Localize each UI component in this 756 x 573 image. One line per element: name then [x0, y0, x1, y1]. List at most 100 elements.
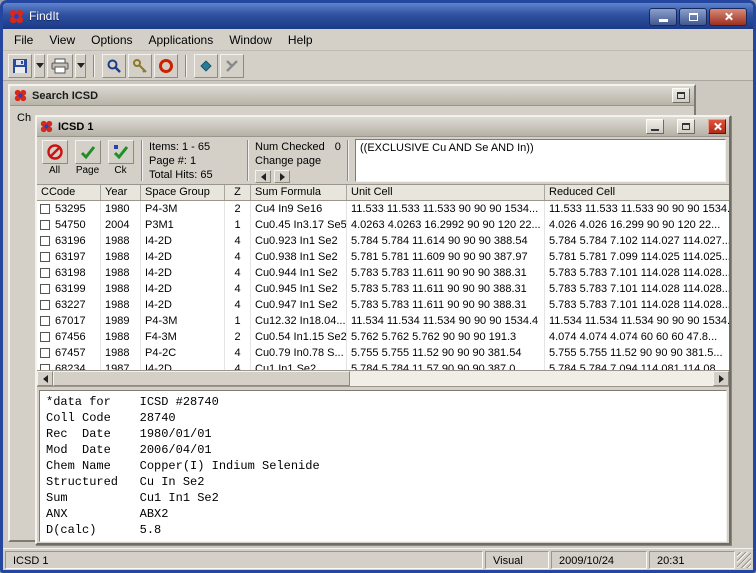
- row-checkbox[interactable]: [40, 236, 50, 246]
- cell-year: 1988: [101, 345, 141, 361]
- results-table: CCode Year Space Group Z Sum Formula Uni…: [37, 184, 729, 387]
- cell-year: 1988: [101, 249, 141, 265]
- uncheck-all-icon: [46, 143, 64, 161]
- table-row[interactable]: 53295 1980 P4-3M 2 Cu4 In9 Se16 11.533 1…: [37, 201, 729, 217]
- row-checkbox[interactable]: [40, 252, 50, 262]
- change-page-label: Change page: [255, 155, 322, 167]
- cell-z: 1: [225, 313, 251, 329]
- column-header-ccode[interactable]: CCode: [37, 185, 101, 200]
- table-row[interactable]: 67457 1988 P4-2C 4 Cu0.79 In0.78 S... 5.…: [37, 345, 729, 361]
- search-restore-button[interactable]: [672, 88, 690, 103]
- cell-space-group: P4-3M: [141, 313, 225, 329]
- icsd-minimize-button[interactable]: [646, 119, 664, 134]
- table-row[interactable]: 67017 1989 P4-3M 1 Cu12.32 In18.04... 11…: [37, 313, 729, 329]
- key-icon: [132, 58, 148, 74]
- check-page-button[interactable]: [74, 140, 101, 164]
- window-controls: [649, 7, 747, 26]
- resize-grip[interactable]: [737, 551, 751, 568]
- menu-item[interactable]: Options: [83, 30, 140, 50]
- cell-z: 4: [225, 361, 251, 370]
- menu-item[interactable]: Applications: [141, 30, 222, 50]
- column-header-z[interactable]: Z: [225, 185, 251, 200]
- table-row[interactable]: 63198 1988 I4-2D 4 Cu0.944 In1 Se2 5.783…: [37, 265, 729, 281]
- check-one-icon: [112, 143, 130, 161]
- menu-item[interactable]: Help: [280, 30, 321, 50]
- column-header-sum-formula[interactable]: Sum Formula: [251, 185, 347, 200]
- row-checkbox[interactable]: [40, 300, 50, 310]
- horizontal-scrollbar[interactable]: [37, 371, 729, 387]
- cell-year: 1988: [101, 281, 141, 297]
- search-button[interactable]: [102, 53, 126, 78]
- column-header-reduced-cell[interactable]: Reduced Cell: [545, 185, 729, 200]
- save-button[interactable]: [8, 53, 32, 78]
- search-icsd-titlebar[interactable]: Search ICSD: [10, 86, 694, 106]
- uncheck-all-button[interactable]: [41, 140, 68, 164]
- stop-button[interactable]: [220, 53, 244, 78]
- print-dropdown-button[interactable]: [75, 53, 86, 78]
- table-row[interactable]: 63227 1988 I4-2D 4 Cu0.947 In1 Se2 5.783…: [37, 297, 729, 313]
- uncheck-all-label: All: [48, 165, 61, 176]
- main-window-title: FindIt: [29, 9, 60, 23]
- scroll-right-button[interactable]: [713, 371, 729, 386]
- row-checkbox[interactable]: [40, 220, 50, 230]
- table-header-row: CCode Year Space Group Z Sum Formula Uni…: [37, 185, 729, 201]
- table-row[interactable]: 63199 1988 I4-2D 4 Cu0.945 In1 Se2 5.783…: [37, 281, 729, 297]
- column-header-year[interactable]: Year: [101, 185, 141, 200]
- table-row[interactable]: 68234 1987 I4-2D 4 Cu1 In1 Se2 5.784 5.7…: [37, 361, 729, 371]
- cell-space-group: I4-2D: [141, 233, 225, 249]
- record-detail-pane[interactable]: *data for ICSD #28740 Coll Code 28740 Re…: [39, 390, 727, 542]
- scrollbar-thumb[interactable]: [53, 371, 350, 386]
- maximize-button[interactable]: [679, 7, 707, 26]
- row-checkbox[interactable]: [40, 204, 50, 214]
- row-checkbox[interactable]: [40, 284, 50, 294]
- column-header-space-group[interactable]: Space Group: [141, 185, 225, 200]
- row-checkbox[interactable]: [40, 348, 50, 358]
- row-checkbox[interactable]: [40, 316, 50, 326]
- cell-ccode: 68234: [55, 363, 86, 371]
- minimize-button[interactable]: [649, 7, 677, 26]
- scroll-left-button[interactable]: [37, 371, 53, 386]
- cell-unit-cell: 5.783 5.783 11.611 90 90 90 388.31: [347, 265, 545, 281]
- menu-item[interactable]: View: [41, 30, 83, 50]
- table-row[interactable]: 67456 1988 F4-3M 2 Cu0.54 In1.15 Se2 5.7…: [37, 329, 729, 345]
- items-range-label: Items: 1 - 65: [149, 141, 211, 153]
- print-button[interactable]: [47, 53, 73, 78]
- cell-space-group: I4-2D: [141, 361, 225, 370]
- previous-page-button[interactable]: [255, 170, 271, 183]
- table-row[interactable]: 63196 1988 I4-2D 4 Cu0.923 In1 Se2 5.784…: [37, 233, 729, 249]
- query-expression-field[interactable]: ((EXCLUSIVE Cu AND Se AND In)): [355, 139, 726, 182]
- save-dropdown-button[interactable]: [34, 53, 45, 78]
- cell-z: 4: [225, 281, 251, 297]
- cell-sum-formula: Cu0.938 In1 Se2: [251, 249, 347, 265]
- close-button[interactable]: [709, 7, 747, 26]
- scrollbar-track[interactable]: [53, 371, 713, 386]
- menu-item[interactable]: File: [6, 30, 41, 50]
- icsd-close-button[interactable]: [708, 119, 726, 134]
- next-page-button[interactable]: [274, 170, 290, 183]
- record-detail-text: *data for ICSD #28740 Coll Code 28740 Re…: [46, 395, 320, 537]
- refresh-button[interactable]: [154, 53, 178, 78]
- cell-reduced-cell: 5.784 5.784 7.094 114.081 114.08...: [549, 363, 725, 371]
- status-time: 20:31: [649, 550, 735, 569]
- table-row[interactable]: 54750 2004 P3M1 1 Cu0.45 In3.17 Se5 4.02…: [37, 217, 729, 233]
- toolbar-separator: [185, 54, 187, 77]
- check-one-button[interactable]: [107, 140, 134, 164]
- check-one-label: Ck: [114, 165, 127, 176]
- column-header-unit-cell[interactable]: Unit Cell: [347, 185, 545, 200]
- row-checkbox[interactable]: [40, 332, 50, 342]
- icsd-1-titlebar[interactable]: ICSD 1: [37, 117, 729, 137]
- run-button[interactable]: [194, 53, 218, 78]
- arrow-right-icon: [718, 374, 724, 383]
- table-row[interactable]: 63197 1988 I4-2D 4 Cu0.938 In1 Se2 5.781…: [37, 249, 729, 265]
- cell-year: 1987: [101, 361, 141, 370]
- cell-year: 1988: [101, 297, 141, 313]
- icsd-maximize-button[interactable]: [677, 119, 695, 134]
- row-checkbox[interactable]: [40, 268, 50, 278]
- main-titlebar[interactable]: FindIt: [3, 3, 753, 29]
- maximize-icon: [682, 123, 690, 130]
- menu-item[interactable]: Window: [221, 30, 280, 50]
- cell-reduced-cell: 5.783 5.783 7.101 114.028 114.028...: [549, 267, 729, 279]
- row-checkbox[interactable]: [40, 364, 50, 370]
- cell-ccode: 67017: [55, 315, 86, 327]
- key-button[interactable]: [128, 53, 152, 78]
